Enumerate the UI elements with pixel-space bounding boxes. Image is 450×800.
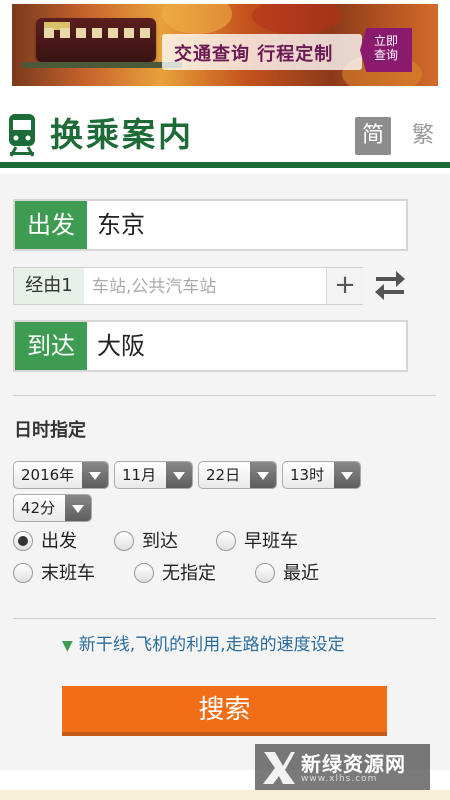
chevron-down-icon — [334, 462, 360, 488]
promo-banner[interactable]: 交通查询 行程定制 立即 查询 — [12, 4, 438, 86]
bottom-strip — [0, 790, 450, 800]
train-logo-icon — [9, 114, 35, 157]
triangle-down-icon: ▼ — [62, 638, 73, 654]
day-value: 22日 — [206, 466, 241, 484]
radio-label: 无指定 — [162, 563, 216, 584]
departure-label: 出发 — [15, 201, 87, 249]
radio-label: 末班车 — [41, 563, 95, 584]
minute-value: 42分 — [21, 499, 56, 517]
via-input[interactable] — [90, 270, 326, 304]
datetime-section-title: 日时指定 — [14, 420, 86, 441]
lang-simplified-button[interactable]: 简 — [355, 117, 391, 155]
hour-select[interactable]: 13时 — [282, 461, 361, 489]
radio-label: 最近 — [283, 563, 319, 584]
chevron-down-icon — [65, 495, 91, 521]
watermark-url: www.xlhs.com — [301, 774, 378, 784]
swap-stations-icon[interactable] — [372, 268, 408, 302]
via-label: 经由1 — [14, 268, 84, 304]
watermark-logo-icon — [263, 752, 295, 784]
search-button[interactable]: 搜索 — [62, 686, 387, 736]
banner-cta-line2: 查询 — [373, 48, 398, 62]
chevron-down-icon — [250, 462, 276, 488]
year-value: 2016年 — [21, 466, 75, 484]
radio-button[interactable] — [13, 563, 33, 583]
lang-traditional-button[interactable]: 繁 — [408, 117, 438, 155]
radio-button[interactable] — [114, 531, 134, 551]
arrival-label: 到达 — [15, 322, 87, 370]
chevron-down-icon — [82, 462, 108, 488]
header-divider — [0, 162, 450, 168]
minute-select[interactable]: 42分 — [13, 494, 92, 522]
radio-button[interactable] — [13, 531, 33, 551]
banner-cta-line1: 立即 — [373, 34, 398, 48]
train-image — [36, 18, 156, 62]
track-image — [22, 62, 182, 68]
hour-value: 13时 — [290, 466, 325, 484]
add-via-button[interactable]: + — [326, 268, 363, 304]
banner-foliage — [252, 4, 342, 34]
divider — [13, 395, 436, 396]
via-field[interactable]: 经由1 + — [13, 267, 363, 305]
chevron-down-icon — [166, 462, 192, 488]
banner-query-button[interactable]: 立即 查询 — [360, 28, 412, 72]
month-value: 11月 — [122, 466, 157, 484]
year-select[interactable]: 2016年 — [13, 461, 109, 489]
radio-label: 到达 — [142, 531, 178, 552]
banner-slogan: 交通查询 行程定制 — [174, 44, 334, 65]
advanced-settings-link[interactable]: ▼ 新干线,飞机的利用,走路的速度设定 — [62, 630, 345, 655]
day-select[interactable]: 22日 — [198, 461, 277, 489]
watermark: 新绿资源网 www.xlhs.com — [255, 744, 430, 790]
radio-label: 早班车 — [244, 531, 298, 552]
banner-foliage — [162, 4, 232, 34]
watermark-text: 新绿资源网 — [301, 752, 406, 776]
month-select[interactable]: 11月 — [114, 461, 193, 489]
departure-field[interactable]: 出发 东京 — [13, 199, 408, 251]
app-title: 换乘案内 — [50, 115, 194, 154]
radio-button[interactable] — [134, 563, 154, 583]
departure-value[interactable]: 东京 — [97, 201, 145, 249]
advanced-settings-label: 新干线,飞机的利用,走路的速度设定 — [78, 635, 345, 655]
radio-button[interactable] — [216, 531, 236, 551]
radio-button[interactable] — [255, 563, 275, 583]
arrival-field[interactable]: 到达 大阪 — [13, 320, 408, 372]
radio-label: 出发 — [41, 531, 77, 552]
arrival-value[interactable]: 大阪 — [97, 322, 145, 370]
divider — [13, 618, 436, 619]
